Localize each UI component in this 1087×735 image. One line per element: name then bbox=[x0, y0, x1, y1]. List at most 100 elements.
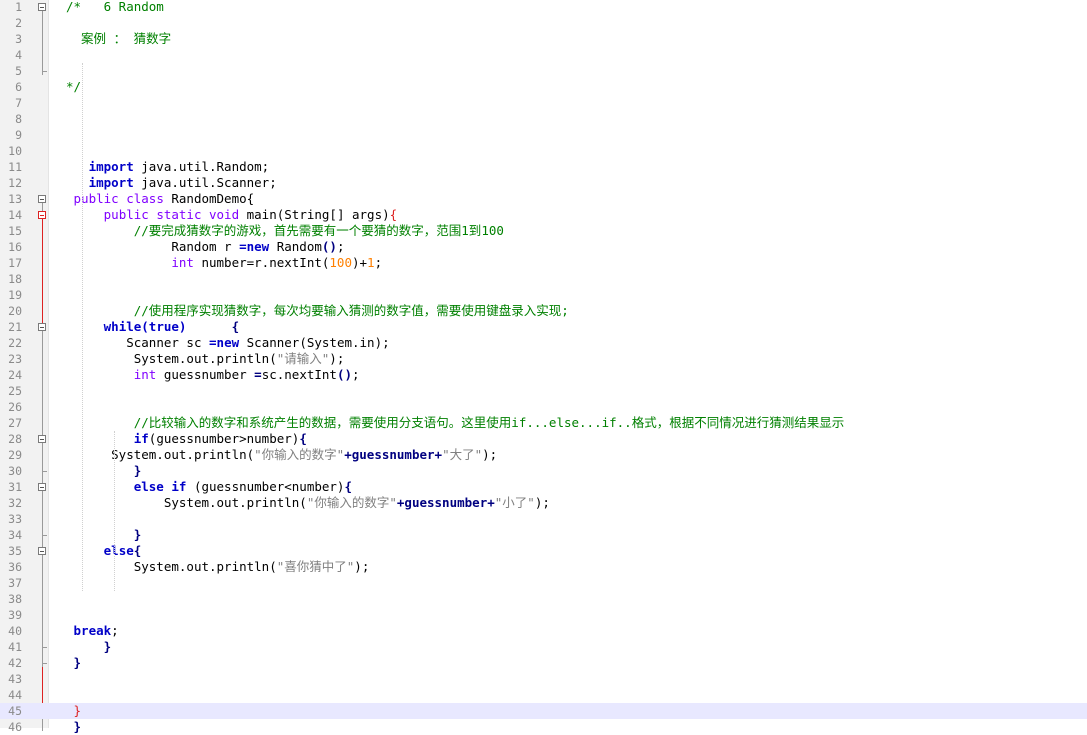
line-number: 27 bbox=[8, 416, 22, 430]
code-line[interactable]: 15 //要完成猜数字的游戏，首先需要有一个要猜的数字，范围1到100 bbox=[0, 223, 1087, 239]
code-token: +guessnumber+ bbox=[344, 447, 443, 462]
code-text: import java.util.Scanner; bbox=[66, 175, 277, 191]
code-text: /* 6 Random bbox=[66, 0, 164, 15]
code-token: /* 6 Random bbox=[66, 0, 164, 14]
line-number: 33 bbox=[8, 512, 22, 526]
code-line[interactable]: 11 import java.util.Random; bbox=[0, 159, 1087, 175]
code-line[interactable]: 4 bbox=[0, 47, 1087, 63]
code-line[interactable]: 21 while(true) { bbox=[0, 319, 1087, 335]
code-token: import bbox=[88, 159, 134, 174]
code-text: //使用程序实现猜数字，每次均要输入猜测的数字值，需要使用键盘录入实现; bbox=[66, 303, 569, 319]
code-line[interactable]: 43 bbox=[0, 671, 1087, 687]
code-line[interactable]: 44 bbox=[0, 687, 1087, 703]
code-line[interactable]: 5 bbox=[0, 63, 1087, 79]
code-line[interactable]: 34 } bbox=[0, 527, 1087, 543]
code-line[interactable]: 9 bbox=[0, 127, 1087, 143]
code-token: guessnumber bbox=[156, 367, 255, 382]
code-token: ; bbox=[336, 239, 345, 254]
code-line[interactable]: 14 public static void main(String[] args… bbox=[0, 207, 1087, 223]
code-text: if(guessnumber>number){ bbox=[66, 431, 307, 447]
code-line[interactable]: 24 int guessnumber =sc.nextInt(); bbox=[0, 367, 1087, 383]
code-token: { bbox=[299, 431, 307, 446]
code-line[interactable]: 1 /* 6 Random bbox=[0, 0, 1087, 15]
code-editor[interactable]: 1 /* 6 Random 2 3 案例 ： 猜数字 4 5 6 */7 8 9 10 11 impo… bbox=[0, 0, 1087, 734]
code-token: int bbox=[133, 367, 157, 382]
code-token: java.util.Random; bbox=[133, 159, 270, 174]
code-line[interactable]: 35 else{ bbox=[0, 543, 1087, 559]
code-token: "喜你猜中了" bbox=[276, 559, 355, 574]
code-line[interactable]: 37 bbox=[0, 575, 1087, 591]
code-token: import bbox=[88, 175, 134, 190]
code-line[interactable]: 26 bbox=[0, 399, 1087, 415]
code-line[interactable]: 40 break; bbox=[0, 623, 1087, 639]
code-token: if bbox=[133, 431, 149, 446]
code-line[interactable]: 20 //使用程序实现猜数字，每次均要输入猜测的数字值，需要使用键盘录入实现; bbox=[0, 303, 1087, 319]
code-line[interactable]: 6 */ bbox=[0, 79, 1087, 95]
code-line[interactable]: 19 bbox=[0, 287, 1087, 303]
code-line[interactable]: 45 } bbox=[0, 703, 1087, 719]
line-number: 34 bbox=[8, 528, 22, 542]
line-number: 37 bbox=[8, 576, 22, 590]
line-number: 32 bbox=[8, 496, 22, 510]
code-line[interactable]: 39 bbox=[0, 607, 1087, 623]
code-token: System.out.println( bbox=[133, 351, 277, 366]
line-number: 40 bbox=[8, 624, 22, 638]
code-token: (guessnumber>number) bbox=[148, 431, 300, 446]
line-number: 9 bbox=[15, 128, 22, 142]
code-line[interactable]: 3 案例 ： 猜数字 bbox=[0, 31, 1087, 47]
code-line[interactable]: 8 bbox=[0, 111, 1087, 127]
code-text: int guessnumber =sc.nextInt(); bbox=[66, 367, 360, 383]
code-token: () bbox=[321, 239, 337, 254]
line-number: 4 bbox=[15, 48, 22, 62]
code-token: "你输入的数字" bbox=[254, 447, 345, 462]
code-text: //比较输入的数字和系统产生的数据，需要使用分支语句。这里使用if...else… bbox=[66, 415, 844, 431]
code-token: 案例 ： 猜数字 bbox=[66, 31, 172, 46]
code-line[interactable]: 27 //比较输入的数字和系统产生的数据，需要使用分支语句。这里使用if...e… bbox=[0, 415, 1087, 431]
code-line[interactable]: 42 } bbox=[0, 655, 1087, 671]
code-token: public static void bbox=[103, 207, 240, 222]
line-number: 39 bbox=[8, 608, 22, 622]
line-number: 18 bbox=[8, 272, 22, 286]
code-text: break; bbox=[66, 623, 119, 639]
code-line[interactable]: 22 Scanner sc =new Scanner(System.in); bbox=[0, 335, 1087, 351]
code-line[interactable]: 32 System.out.println("你输入的数字"+guessnumb… bbox=[0, 495, 1087, 511]
line-number: 13 bbox=[8, 192, 22, 206]
code-line[interactable]: 16 Random r =new Random(); bbox=[0, 239, 1087, 255]
code-line[interactable]: 13 public class RandomDemo{ bbox=[0, 191, 1087, 207]
line-number: 1 bbox=[15, 0, 22, 14]
code-line[interactable]: 46 } bbox=[0, 719, 1087, 735]
code-text: //要完成猜数字的游戏，首先需要有一个要猜的数字，范围1到100 bbox=[66, 223, 504, 239]
line-number: 26 bbox=[8, 400, 22, 414]
code-line[interactable]: 25 bbox=[0, 383, 1087, 399]
code-token: ; bbox=[111, 623, 119, 638]
code-line[interactable]: 28 if(guessnumber>number){ bbox=[0, 431, 1087, 447]
code-line[interactable]: 36 System.out.println("喜你猜中了"); bbox=[0, 559, 1087, 575]
code-line[interactable]: 18 bbox=[0, 271, 1087, 287]
code-line[interactable]: 31 else if (guessnumber<number){ bbox=[0, 479, 1087, 495]
code-line[interactable]: 17 int number=r.nextInt(100)+1; bbox=[0, 255, 1087, 271]
code-line[interactable]: 38 bbox=[0, 591, 1087, 607]
code-line[interactable]: 29 System.out.println("你输入的数字"+guessnumb… bbox=[0, 447, 1087, 463]
code-token: "小了" bbox=[494, 495, 535, 510]
line-number: 24 bbox=[8, 368, 22, 382]
code-token: )+ bbox=[351, 255, 368, 270]
line-number: 35 bbox=[8, 544, 22, 558]
code-line[interactable]: 41 } bbox=[0, 639, 1087, 655]
code-line[interactable]: 12 import java.util.Scanner; bbox=[0, 175, 1087, 191]
code-line[interactable]: 7 bbox=[0, 95, 1087, 111]
code-line[interactable]: 23 System.out.println("请输入"); bbox=[0, 351, 1087, 367]
code-token: (guessnumber<number) bbox=[186, 479, 345, 494]
code-line[interactable]: 30 } bbox=[0, 463, 1087, 479]
code-token: 1 bbox=[367, 255, 375, 270]
code-line[interactable]: 33 bbox=[0, 511, 1087, 527]
code-line[interactable]: 10 bbox=[0, 143, 1087, 159]
code-line[interactable]: 2 bbox=[0, 15, 1087, 31]
code-text: Scanner sc =new Scanner(System.in); bbox=[66, 335, 389, 351]
